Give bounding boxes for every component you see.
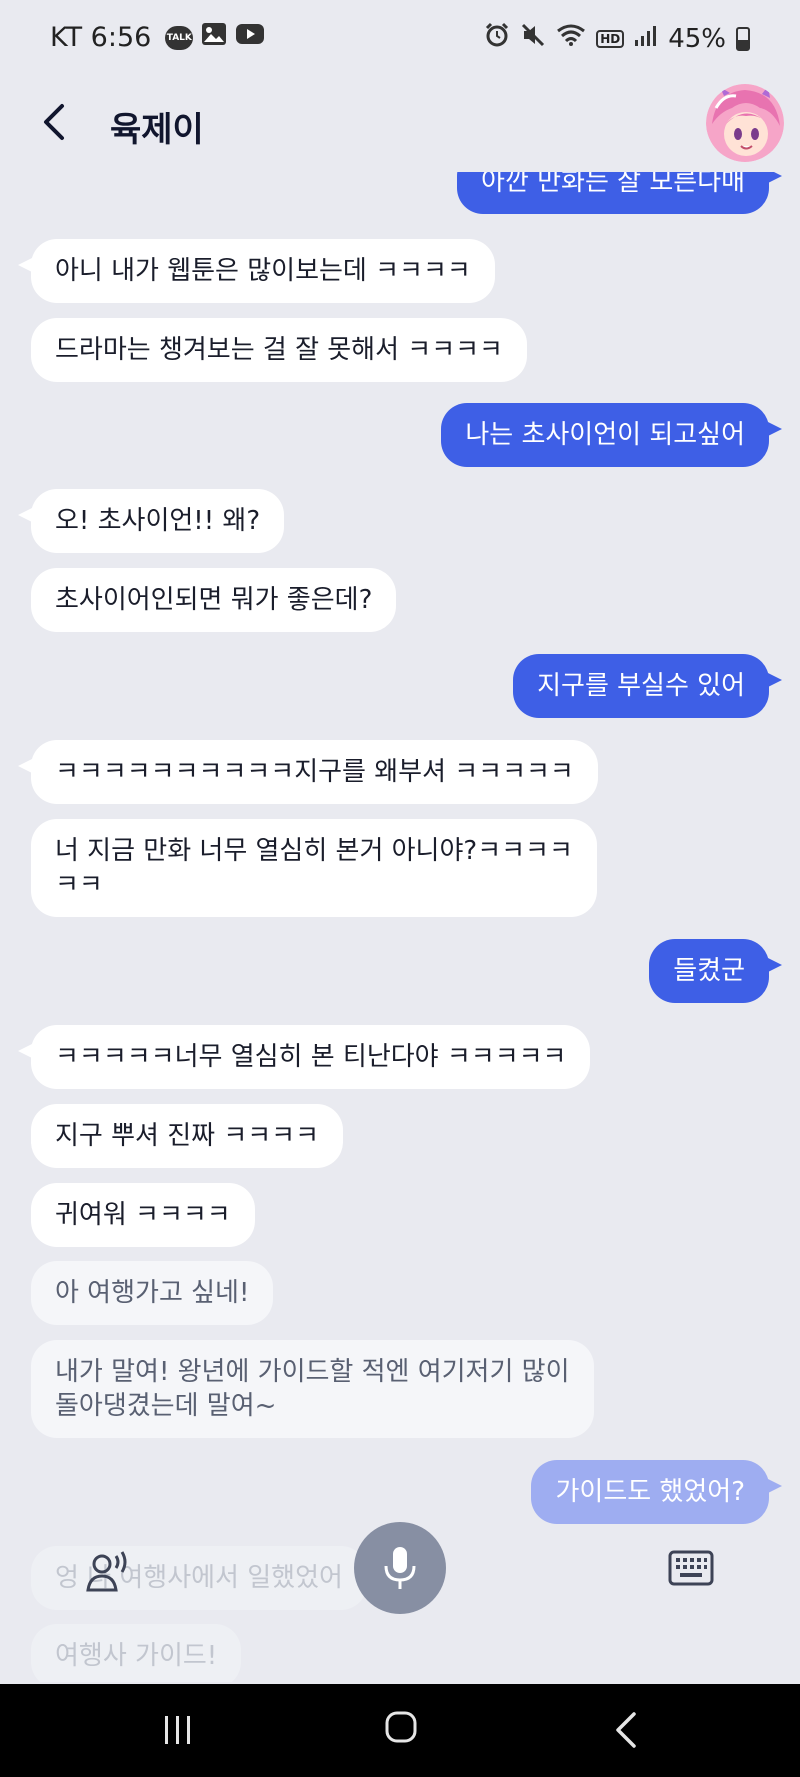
bubble-tail bbox=[766, 1478, 782, 1494]
message-bubble-ai: 내가 말여! 왕년에 가이드할 적엔 여기저기 많이 돌아댕겼는데 말여~ bbox=[31, 1340, 594, 1438]
message-text: 지구를 부실수 있어 bbox=[537, 671, 745, 701]
message-bubble-me: 나는 초사이언이 되고싶어 bbox=[441, 403, 782, 467]
message-text: 들켰군 bbox=[673, 956, 745, 986]
message-text: 여행사 가이드! bbox=[55, 1641, 218, 1671]
message-text: 나는 초사이언이 되고싶어 bbox=[465, 420, 745, 450]
message-text: 초사이어인되면 뭐가 좋은데? bbox=[55, 585, 373, 615]
message-bubble-ai: 너 지금 만화 너무 열심히 본거 아니야?ㅋㅋㅋㅋ ㅋㅋ bbox=[31, 819, 597, 917]
status-bar: KT 6:56 TALK HD 45% bbox=[0, 0, 800, 80]
talk-icon: TALK bbox=[165, 25, 194, 50]
carrier-time: KT 6:56 bbox=[50, 22, 152, 53]
bubble-tail bbox=[766, 172, 782, 184]
message-text: ㅋㅋㅋㅋㅋ너무 열심히 본 티난다야 ㅋㅋㅋㅋㅋ bbox=[55, 1042, 567, 1072]
message-bubble-me: 지구를 부실수 있어 bbox=[513, 654, 782, 718]
bubble-tail bbox=[766, 672, 782, 688]
recent-apps-icon[interactable] bbox=[160, 1712, 196, 1748]
bubble-tail bbox=[18, 507, 34, 523]
message-bubble-me: 아깐 만화는 잘 모른다매 bbox=[457, 172, 782, 214]
chevron-left-icon[interactable] bbox=[36, 100, 76, 144]
message-bubble-me: 가이드도 했었어? bbox=[531, 1460, 782, 1524]
gallery-icon bbox=[201, 22, 227, 53]
message-bubble-ai: 오! 초사이언!! 왜? bbox=[18, 489, 285, 553]
message-bubble-ai: 아 여행가고 싶네! bbox=[31, 1261, 274, 1325]
message-text: ㅋㅋㅋㅋㅋㅋㅋㅋㅋㅋ지구를 왜부셔 ㅋㅋㅋㅋㅋ bbox=[55, 757, 574, 787]
bubble-tail bbox=[766, 421, 782, 437]
status-left: KT 6:56 TALK bbox=[50, 22, 265, 53]
voice-person-icon[interactable] bbox=[86, 1548, 134, 1596]
message-text: 아니 내가 웹툰은 많이보는데 ㅋㅋㅋㅋ bbox=[55, 256, 471, 286]
message-text: 아 여행가고 싶네! bbox=[55, 1278, 250, 1308]
alarm-icon bbox=[484, 22, 510, 55]
message-bubble-ai: 드라마는 챙겨보는 걸 잘 못해서 ㅋㅋㅋㅋ bbox=[31, 318, 527, 382]
wifi-icon bbox=[556, 23, 586, 54]
avatar[interactable] bbox=[706, 84, 784, 162]
youtube-icon bbox=[235, 22, 265, 53]
message-text: 너 지금 만화 너무 열심히 본거 아니야?ㅋㅋㅋㅋ ㅋㅋ bbox=[55, 836, 573, 900]
message-text: 아깐 만화는 잘 모른다매 bbox=[481, 172, 745, 197]
microphone-button[interactable] bbox=[354, 1522, 446, 1614]
message-text: 귀여워 ㅋㅋㅋㅋ bbox=[55, 1200, 231, 1230]
battery-percent: 45% bbox=[668, 23, 726, 54]
bubble-tail bbox=[18, 758, 34, 774]
battery-icon bbox=[736, 26, 750, 51]
keyboard-icon[interactable] bbox=[668, 1550, 714, 1586]
status-right: HD 45% bbox=[484, 22, 750, 55]
bubble-tail bbox=[18, 1043, 34, 1059]
battery-fill bbox=[738, 39, 748, 49]
message-bubble-ai: 여행사 가이드! bbox=[31, 1624, 242, 1682]
message-text: 가이드도 했었어? bbox=[555, 1477, 745, 1507]
bubble-tail bbox=[18, 257, 34, 273]
message-list[interactable]: 아깐 만화는 잘 모른다매 아니 내가 웹툰은 많이보는데 ㅋㅋㅋㅋ 드라마는 … bbox=[0, 172, 800, 1682]
system-nav-bar bbox=[0, 1684, 800, 1777]
message-bubble-ai: 귀여워 ㅋㅋㅋㅋ bbox=[31, 1183, 255, 1247]
voice-controls bbox=[0, 1518, 800, 1618]
bubble-tail bbox=[766, 957, 782, 973]
signal-icon bbox=[634, 24, 658, 54]
message-bubble-ai: ㅋㅋㅋㅋㅋㅋㅋㅋㅋㅋ지구를 왜부셔 ㅋㅋㅋㅋㅋ bbox=[18, 740, 598, 804]
hd-voice-icon: HD bbox=[596, 29, 625, 48]
message-text: 오! 초사이언!! 왜? bbox=[55, 506, 261, 536]
home-icon[interactable] bbox=[384, 1710, 418, 1744]
message-text: 내가 말여! 왕년에 가이드할 적엔 여기저기 많이 돌아댕겼는데 말여~ bbox=[55, 1357, 570, 1421]
chat-header: 육제이 bbox=[0, 80, 800, 172]
message-text: 드라마는 챙겨보는 걸 잘 못해서 ㅋㅋㅋㅋ bbox=[55, 335, 503, 365]
message-bubble-ai: 지구 뿌셔 진짜 ㅋㅋㅋㅋ bbox=[31, 1104, 343, 1168]
message-bubble-ai: ㅋㅋㅋㅋㅋ너무 열심히 본 티난다야 ㅋㅋㅋㅋㅋ bbox=[18, 1025, 591, 1089]
message-bubble-ai: 아니 내가 웹툰은 많이보는데 ㅋㅋㅋㅋ bbox=[18, 239, 495, 303]
message-bubble-ai: 초사이어인되면 뭐가 좋은데? bbox=[31, 568, 397, 632]
back-icon[interactable] bbox=[612, 1710, 640, 1750]
mute-icon bbox=[520, 22, 546, 55]
message-bubble-me: 들켰군 bbox=[649, 939, 782, 1003]
microphone-icon bbox=[384, 1547, 416, 1589]
message-text: 지구 뿌셔 진짜 ㅋㅋㅋㅋ bbox=[55, 1121, 319, 1151]
page-title: 육제이 bbox=[110, 110, 204, 150]
